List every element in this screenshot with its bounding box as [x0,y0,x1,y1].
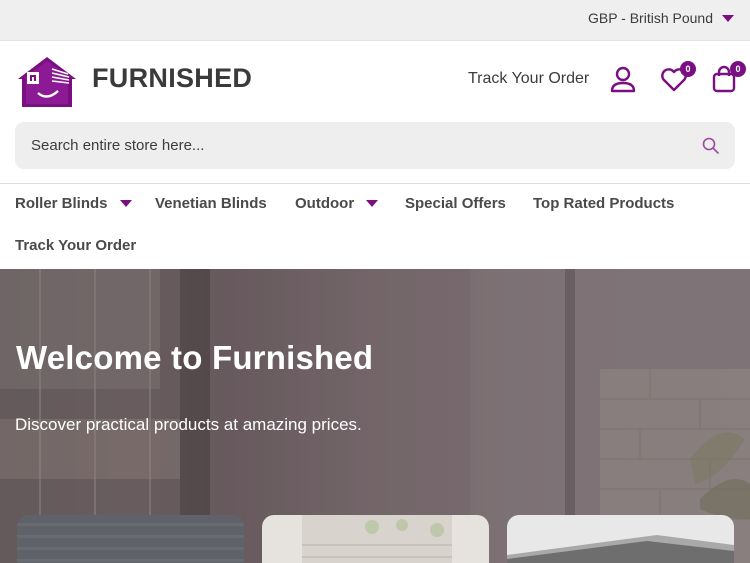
nav-item-special-offers[interactable]: Special Offers [405,195,506,212]
hero-subtitle: Discover practical products at amazing p… [15,415,362,434]
currency-selector[interactable]: GBP - British Pound [588,10,734,26]
wishlist-button[interactable]: 0 [659,61,696,94]
currency-bar: GBP - British Pound [0,0,750,41]
nav-item-label: Venetian Blinds [155,195,267,212]
account-button[interactable] [608,64,638,94]
track-order-link[interactable]: Track Your Order [468,70,589,88]
category-card[interactable] [17,515,244,563]
cart-button[interactable]: 0 [709,61,746,94]
currency-label: GBP - British Pound [587,10,713,26]
search-bar[interactable] [15,122,735,169]
nav-item-label: Roller Blinds [15,195,108,212]
category-card[interactable] [262,515,489,563]
hero-banner: Welcome to Furnished Discover practical … [0,269,750,563]
nav-item-venetian-blinds[interactable]: Venetian Blinds [155,195,267,212]
nav-item-label: Special Offers [405,195,506,212]
nav-item-label: Outdoor [295,195,355,212]
nav-item-track-your-order[interactable]: Track Your Order [15,237,136,254]
nav-item-roller-blinds[interactable]: Roller Blinds [15,195,132,212]
caret-down-icon [366,200,379,207]
site-header: FURNISHED Track Your Order 0 0 [0,41,750,119]
hero-title: Welcome to Furnished [16,339,374,376]
category-card-image [507,515,734,563]
user-icon [610,66,636,93]
wishlist-count-badge: 0 [680,61,696,77]
search-input[interactable] [31,122,671,169]
cart-count-badge: 0 [730,61,746,77]
category-card[interactable] [507,515,734,563]
category-card-image [262,515,489,563]
nav-item-outdoor[interactable]: Outdoor [295,195,379,212]
nav-item-top-rated-products[interactable]: Top Rated Products [533,195,674,212]
house-blinds-logo [18,57,76,107]
nav-item-label: Top Rated Products [533,195,675,212]
logo[interactable] [16,55,78,108]
brand-name[interactable]: FURNISHED [92,63,252,94]
caret-down-icon [119,200,132,207]
main-navigation: Roller Blinds Venetian Blinds Outdoor Sp… [0,183,750,269]
caret-down-icon [722,14,734,22]
search-icon[interactable] [701,136,720,155]
category-card-image [17,515,244,563]
nav-item-label: Track Your Order [15,237,137,254]
